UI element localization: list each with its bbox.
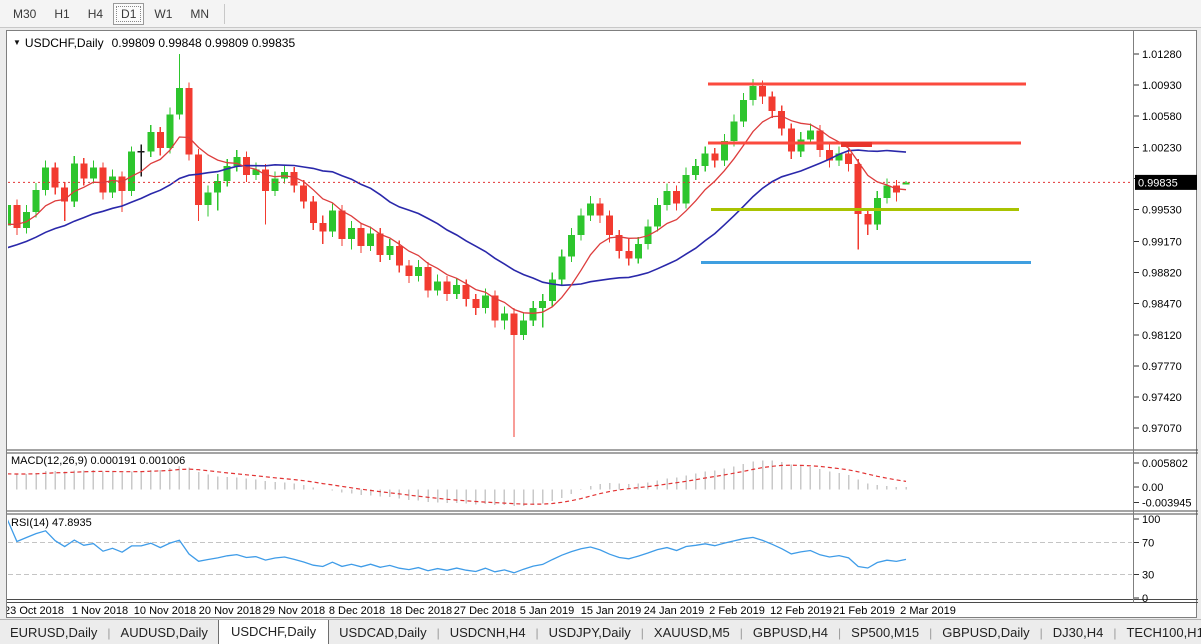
timeframe-button-d1[interactable]: D1	[113, 3, 144, 25]
tab-xauusd-m5[interactable]: XAUUSD,M5	[644, 622, 740, 644]
tab-gbpusd-daily[interactable]: GBPUSD,Daily	[932, 622, 1039, 644]
svg-text:100: 100	[1142, 514, 1160, 526]
rsi-name: RSI(14)	[11, 517, 49, 529]
chart-menu-icon[interactable]: ▼	[13, 38, 21, 47]
tab-usdcad-daily[interactable]: USDCAD,Daily	[329, 622, 436, 644]
svg-text:20 Nov 2018: 20 Nov 2018	[199, 605, 261, 617]
svg-text:0.99170: 0.99170	[1142, 236, 1182, 248]
tab-sp500-m15[interactable]: SP500,M15	[841, 622, 929, 644]
svg-text:0.005802: 0.005802	[1142, 458, 1188, 470]
timeframe-toolbar: M30H1H4D1W1MN	[0, 0, 1201, 28]
tab-gbpusd-h4[interactable]: GBPUSD,H4	[743, 622, 838, 644]
svg-text:0.98120: 0.98120	[1142, 330, 1182, 342]
rsi-pane	[7, 520, 1132, 575]
tab-usdjpy-daily[interactable]: USDJPY,Daily	[539, 622, 641, 644]
svg-text:0.00: 0.00	[1142, 482, 1163, 494]
svg-text:12 Feb 2019: 12 Feb 2019	[770, 605, 832, 617]
svg-text:0.97770: 0.97770	[1142, 361, 1182, 373]
svg-text:18 Dec 2018: 18 Dec 2018	[390, 605, 452, 617]
svg-text:1.00230: 1.00230	[1142, 142, 1182, 154]
tab-dj30-h4[interactable]: DJ30,H4	[1043, 622, 1114, 644]
svg-text:21 Feb 2019: 21 Feb 2019	[833, 605, 895, 617]
tab-usdchf-daily[interactable]: USDCHF,Daily	[218, 619, 329, 644]
svg-text:30: 30	[1142, 570, 1154, 582]
svg-text:1.00580: 1.00580	[1142, 111, 1182, 123]
svg-text:1.01280: 1.01280	[1142, 49, 1182, 61]
macd-values: 0.000191 0.001006	[90, 455, 185, 467]
svg-text:23 Oct 2018: 23 Oct 2018	[7, 605, 64, 617]
timeframe-button-w1[interactable]: W1	[146, 3, 180, 25]
svg-text:0.99530: 0.99530	[1142, 204, 1182, 216]
toolbar-separator	[224, 4, 225, 24]
chart-window: 1.012801.009301.005801.002300.998800.995…	[6, 30, 1197, 618]
macd-name: MACD(12,26,9)	[11, 455, 87, 467]
macd-indicator-label: MACD(12,26,9) 0.000191 0.001006	[11, 455, 185, 467]
chart-ohlc-values: 0.99809 0.99848 0.99809 0.99835	[112, 36, 296, 50]
tab-usdcnh-h4[interactable]: USDCNH,H4	[440, 622, 536, 644]
rsi-indicator-label: RSI(14) 47.8935	[11, 517, 92, 529]
timeframe-button-mn[interactable]: MN	[182, 3, 217, 25]
rsi-value: 47.8935	[52, 517, 92, 529]
svg-text:29 Nov 2018: 29 Nov 2018	[263, 605, 325, 617]
svg-text:0.97070: 0.97070	[1142, 423, 1182, 435]
chart-title: ▼ USDCHF,Daily 0.99809 0.99848 0.99809 0.9…	[13, 36, 295, 50]
svg-text:0.98820: 0.98820	[1142, 268, 1182, 280]
svg-text:70: 70	[1142, 537, 1154, 549]
timeframe-button-h1[interactable]: H1	[46, 3, 77, 25]
svg-text:0.98470: 0.98470	[1142, 299, 1182, 311]
svg-text:10 Nov 2018: 10 Nov 2018	[134, 605, 196, 617]
svg-text:1.00930: 1.00930	[1142, 80, 1182, 92]
svg-text:0.99835: 0.99835	[1138, 177, 1178, 189]
timeframe-button-m30[interactable]: M30	[5, 3, 44, 25]
chart-tab-bar: EURUSD,Daily|AUDUSD,DailyUSDCHF,DailyUSD…	[0, 619, 1201, 644]
svg-text:0: 0	[1142, 593, 1148, 605]
chart-canvas: 1.012801.009301.005801.002300.998800.995…	[7, 31, 1198, 619]
tab-audusd-daily[interactable]: AUDUSD,Daily	[111, 622, 218, 644]
svg-text:-0.003945: -0.003945	[1142, 498, 1192, 510]
svg-text:15 Jan 2019: 15 Jan 2019	[581, 605, 642, 617]
svg-text:0.97420: 0.97420	[1142, 392, 1182, 404]
timeframe-button-h4[interactable]: H4	[80, 3, 111, 25]
svg-text:1 Nov 2018: 1 Nov 2018	[72, 605, 128, 617]
svg-text:27 Dec 2018: 27 Dec 2018	[454, 605, 516, 617]
price-pane	[7, 54, 1132, 437]
svg-text:2 Mar 2019: 2 Mar 2019	[900, 605, 956, 617]
svg-text:5 Jan 2019: 5 Jan 2019	[520, 605, 574, 617]
chart-symbol-label: USDCHF,Daily	[25, 36, 104, 50]
svg-text:24 Jan 2019: 24 Jan 2019	[644, 605, 705, 617]
tab-eurusd-daily[interactable]: EURUSD,Daily	[0, 622, 107, 644]
macd-pane	[7, 460, 906, 506]
svg-text:8 Dec 2018: 8 Dec 2018	[329, 605, 385, 617]
svg-text:2 Feb 2019: 2 Feb 2019	[709, 605, 765, 617]
tab-tech100-h1[interactable]: TECH100,H1	[1116, 622, 1201, 644]
